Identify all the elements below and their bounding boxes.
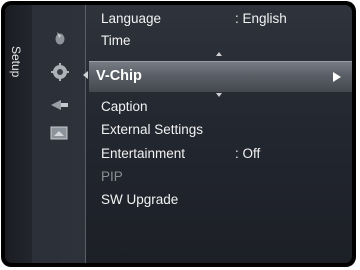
selection-pointer-icon <box>83 71 88 79</box>
entertainment-value: : Off <box>235 146 261 161</box>
menu-item-caption[interactable]: Caption <box>101 99 148 114</box>
menu-divider <box>85 5 86 263</box>
menu-item-sw-upgrade[interactable]: SW Upgrade <box>101 192 178 207</box>
category-icon-column <box>32 5 85 263</box>
menu-item-language[interactable]: Language <box>101 11 161 26</box>
menu-item-entertainment[interactable]: Entertainment <box>101 146 185 161</box>
menu-item-label: Entertainment <box>101 146 186 161</box>
tv-osd-frame: Setup Language: English Time V-Chip Cap… <box>1 1 356 267</box>
submenu-arrow-icon <box>333 72 341 82</box>
input-icon[interactable] <box>49 98 69 112</box>
menu-item-label: PIP <box>101 169 123 184</box>
picture-icon[interactable] <box>52 30 68 46</box>
menu-item-label: Time <box>101 33 131 48</box>
sidebar-setup-tab: Setup <box>5 5 32 263</box>
sidebar-title: Setup <box>9 46 23 78</box>
menu-item-label: External Settings <box>101 122 204 137</box>
menu-item-label: Language <box>101 11 162 26</box>
menu-item-label: V-Chip <box>96 68 142 84</box>
scroll-up-indicator <box>216 52 222 56</box>
language-value: : English <box>235 11 287 26</box>
menu-item-time[interactable]: Time <box>101 33 131 48</box>
scroll-down-indicator <box>216 93 222 97</box>
menu-item-label: Caption <box>101 99 148 114</box>
menu-item-external-settings[interactable]: External Settings <box>101 122 203 137</box>
setup-menu-panel: Setup Language: English Time V-Chip Cap… <box>5 5 352 263</box>
menu-item-pip: PIP <box>101 169 123 184</box>
application-icon[interactable] <box>50 125 68 141</box>
setup-icon[interactable] <box>50 62 70 82</box>
menu-item-v-chip[interactable]: V-Chip <box>89 61 352 92</box>
menu-item-label: SW Upgrade <box>101 192 179 207</box>
